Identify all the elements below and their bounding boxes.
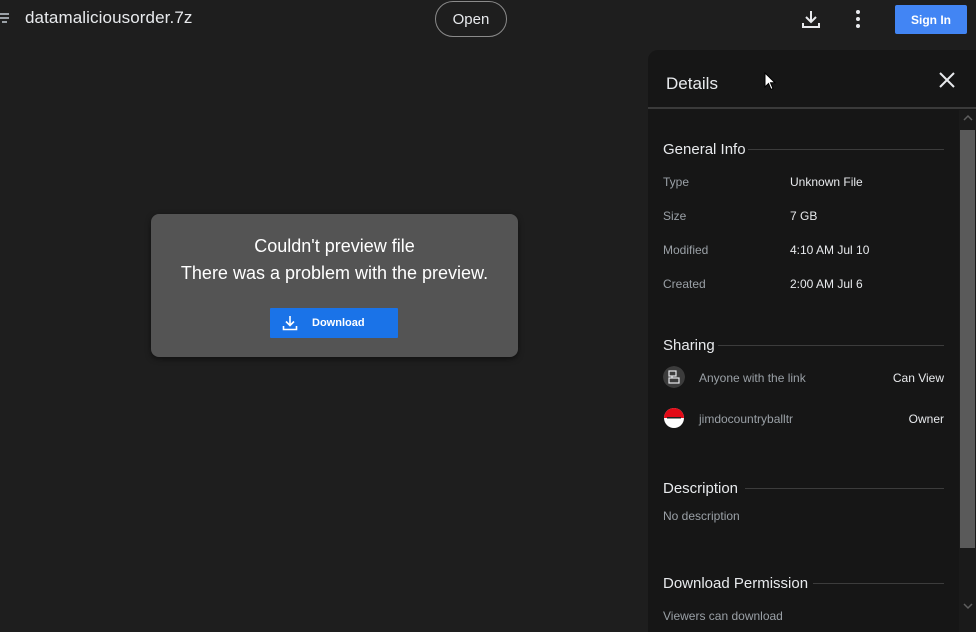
modified-label: Modified [663,243,709,257]
type-value: Unknown File [790,175,863,189]
user-avatar [664,408,684,428]
preview-error-card: Couldn't preview file There was a proble… [151,214,518,357]
section-divider [748,149,944,150]
close-icon[interactable] [938,71,956,89]
size-label: Size [663,209,687,223]
scroll-down-icon[interactable] [963,601,973,611]
download-icon[interactable] [800,8,822,30]
download-permission-heading: Download Permission [663,575,809,592]
sharing-heading: Sharing [663,337,715,354]
details-header: Details [648,50,976,109]
share-entry-name: Anyone with the link [699,371,806,385]
share-entry-role: Owner [908,412,944,426]
scrollbar-thumb[interactable] [960,130,975,548]
share-entry-role: Can View [892,371,944,385]
section-divider [718,345,944,346]
file-icon [0,13,9,23]
file-title: datamaliciousorder.7z [25,8,193,27]
details-panel: Details General Info Type Unknown File S… [648,50,976,632]
link-share-icon [663,366,685,388]
more-options-icon[interactable] [850,8,866,30]
top-bar: datamaliciousorder.7z Open Sign In [0,0,976,40]
description-text: No description [663,509,740,523]
size-value: 7 GB [790,209,818,223]
created-value: 2:00 AM Jul 6 [790,277,863,291]
general-info-heading: General Info [663,141,746,158]
section-divider [745,488,944,489]
download-button-label: Download [312,317,365,329]
created-label: Created [663,277,706,291]
sign-in-button[interactable]: Sign In [895,5,967,34]
scroll-up-icon[interactable] [963,113,973,123]
download-permission-text: Viewers can download [663,609,783,623]
preview-error-title: Couldn't preview file [254,236,415,256]
section-divider [813,583,944,584]
description-heading: Description [663,480,739,497]
share-entry-name: jimdocountryballtr [699,412,794,426]
details-title: Details [666,74,718,93]
preview-error-message: There was a problem with the preview. [180,263,489,283]
mouse-cursor-icon [764,72,777,91]
type-label: Type [663,175,690,189]
open-button[interactable]: Open [435,1,507,37]
scrollbar[interactable] [959,110,976,632]
modified-value: 4:10 AM Jul 10 [790,243,870,257]
download-icon [282,316,298,331]
download-button[interactable]: Download [270,308,398,338]
